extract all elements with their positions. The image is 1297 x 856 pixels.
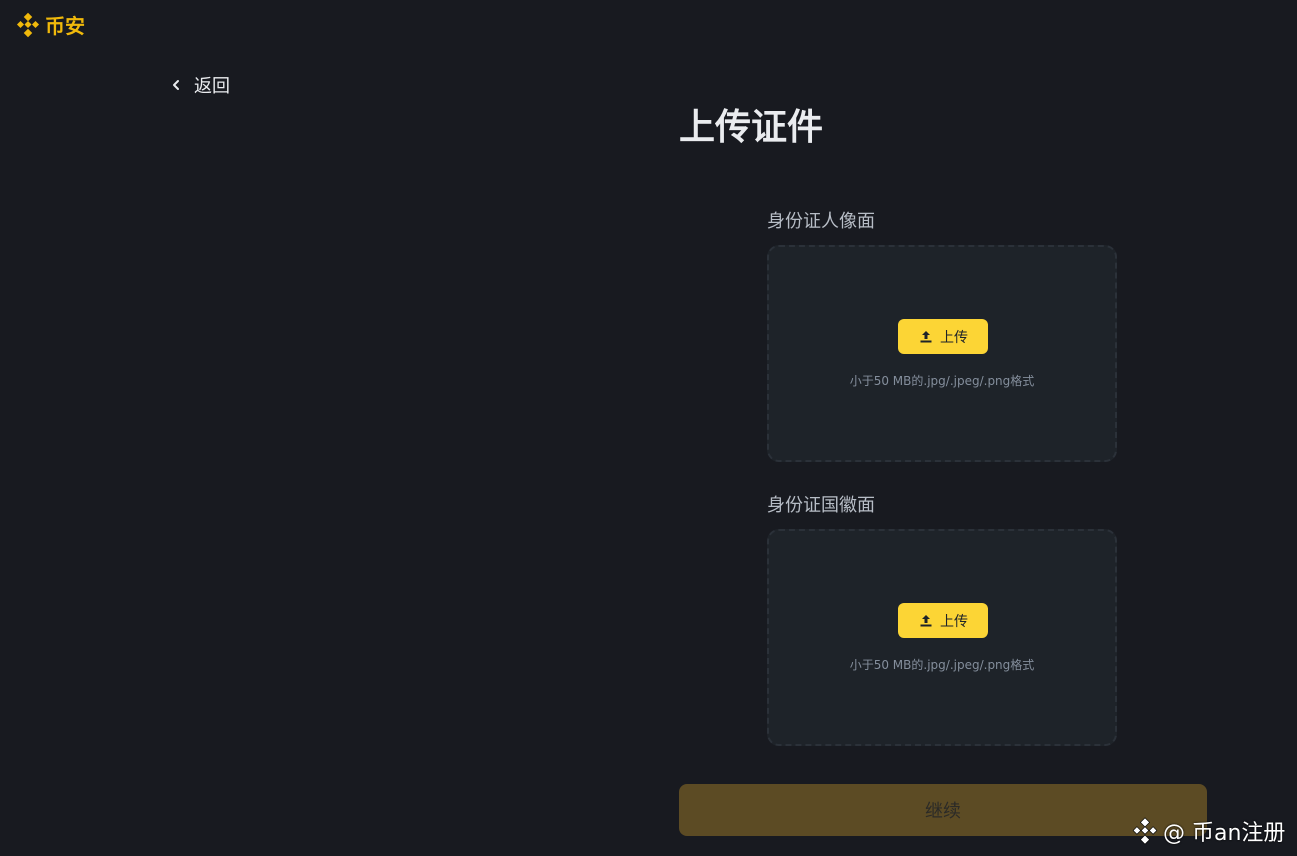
upload-icon bbox=[920, 330, 932, 342]
id-front-dropzone[interactable]: 上传 小于50 MB的.jpg/.jpeg/.png格式 bbox=[767, 245, 1117, 462]
continue-label: 继续 bbox=[925, 801, 961, 821]
back-label: 返回 bbox=[194, 76, 230, 97]
id-back-upload-button[interactable]: 上传 bbox=[898, 603, 988, 638]
binance-logo-icon bbox=[16, 12, 40, 37]
watermark-text: @ 币an注册 bbox=[1163, 821, 1286, 846]
brand-logo[interactable]: 币安 bbox=[15, 10, 85, 39]
continue-button[interactable]: 继续 bbox=[679, 784, 1207, 836]
upload-icon bbox=[920, 614, 932, 626]
binance-logo-icon bbox=[1132, 817, 1158, 845]
logo-text: 币安 bbox=[45, 14, 85, 38]
id-front-upload-button[interactable]: 上传 bbox=[898, 319, 988, 354]
file-format-hint: 小于50 MB的.jpg/.jpeg/.png格式 bbox=[849, 658, 1035, 672]
file-format-hint: 小于50 MB的.jpg/.jpeg/.png格式 bbox=[849, 374, 1035, 388]
page-root: 币安 返回 上传证件 身份证人像面 上传 小于50 MB的.jpg/.jpeg/… bbox=[0, 0, 1297, 856]
id-front-label: 身份证人像面 bbox=[767, 211, 875, 232]
id-back-dropzone[interactable]: 上传 小于50 MB的.jpg/.jpeg/.png格式 bbox=[767, 529, 1117, 746]
page-title: 上传证件 bbox=[679, 107, 824, 148]
chevron-left-icon bbox=[173, 80, 179, 90]
id-back-label: 身份证国徽面 bbox=[767, 495, 875, 516]
upload-button-label: 上传 bbox=[940, 613, 968, 630]
upload-button-label: 上传 bbox=[940, 329, 968, 346]
watermark: @ 币an注册 bbox=[1131, 815, 1285, 847]
back-button[interactable]: 返回 bbox=[168, 72, 230, 98]
